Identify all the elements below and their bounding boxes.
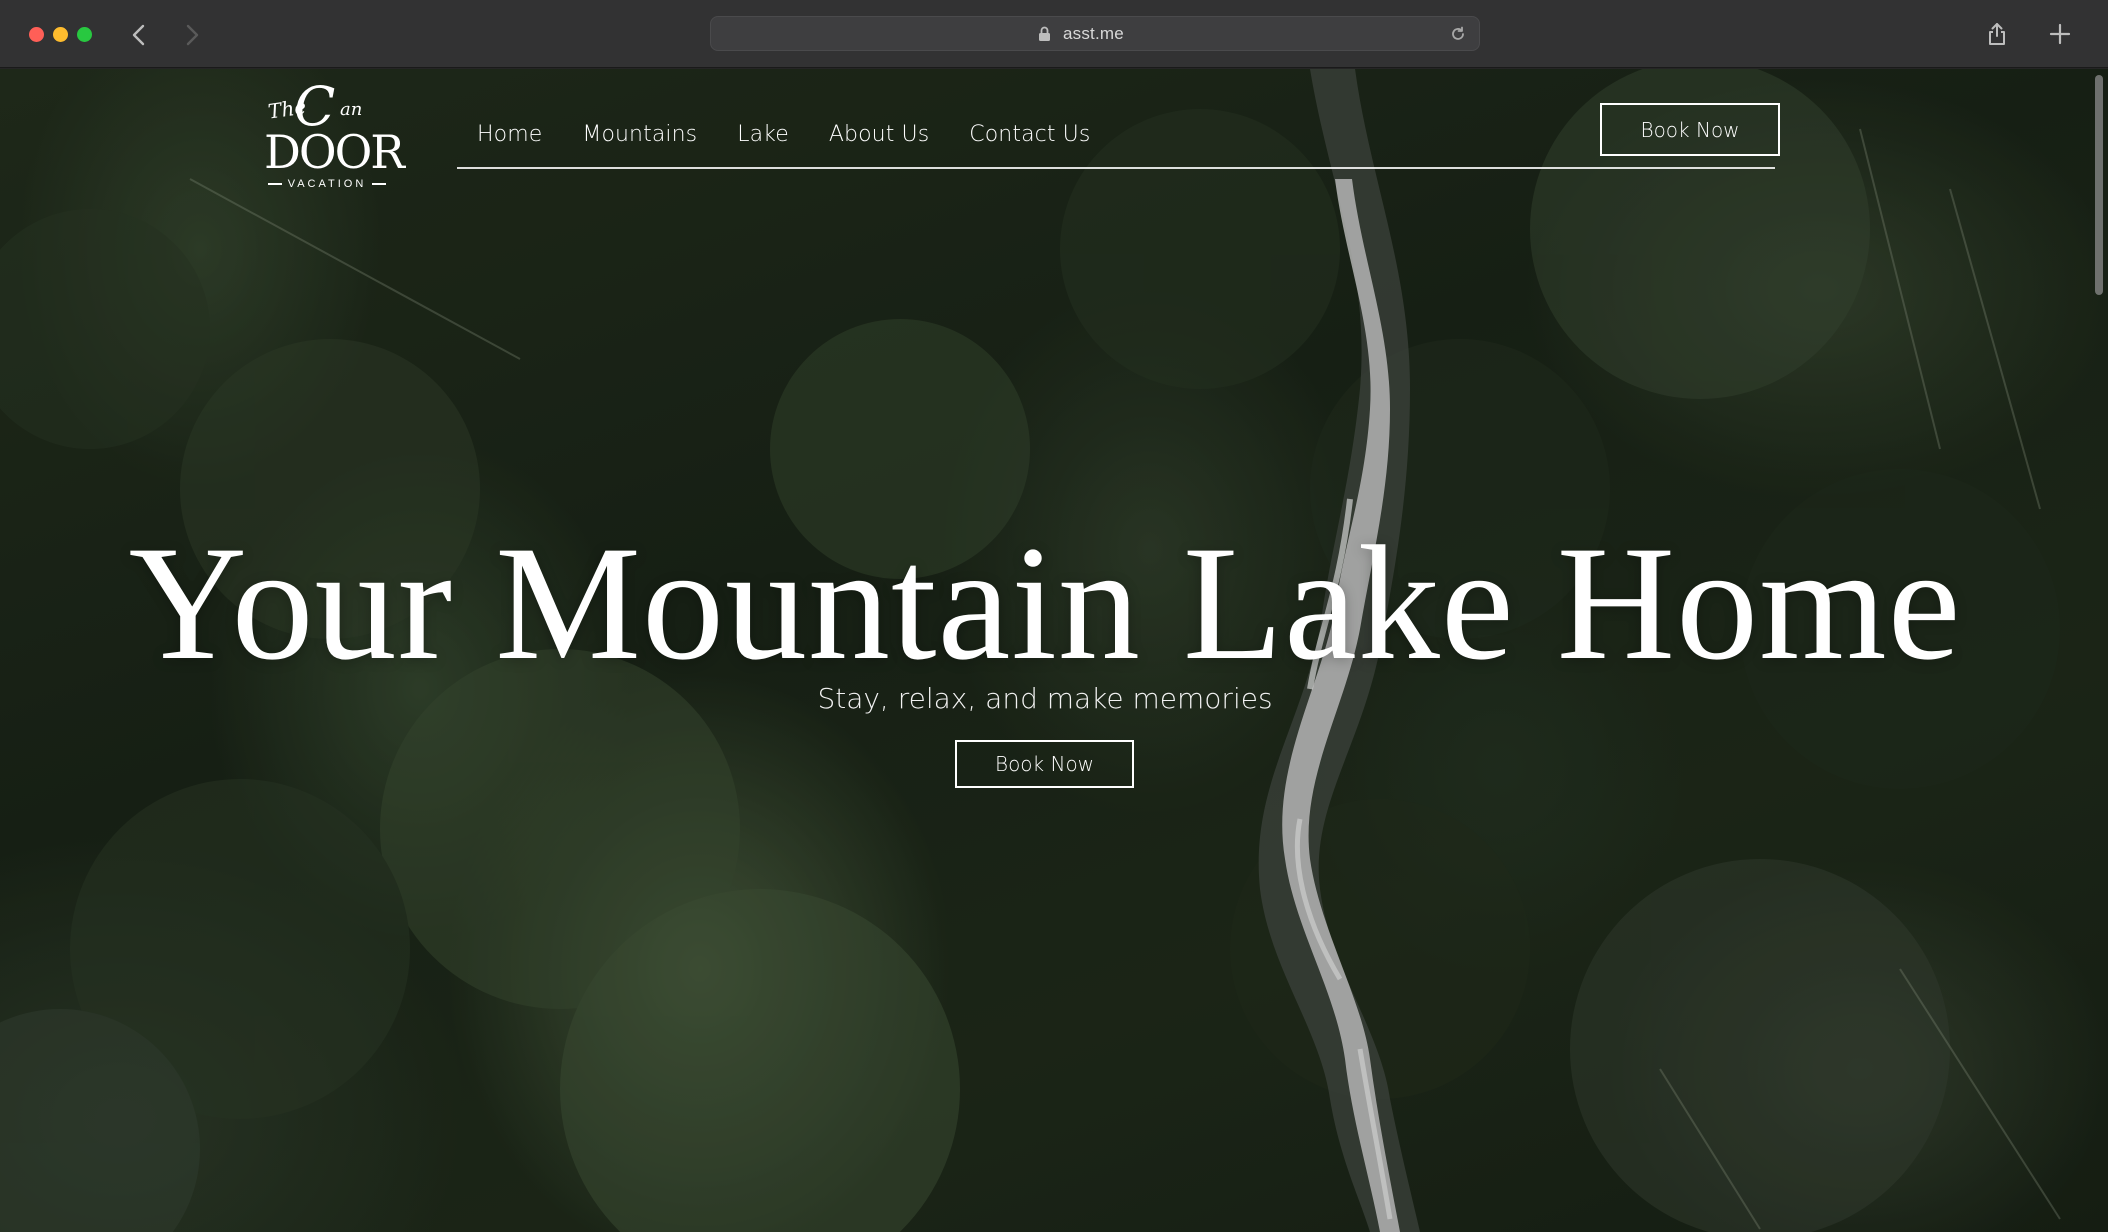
scrollbar-thumb[interactable] [2095,75,2103,295]
reload-icon[interactable] [1449,25,1467,48]
hero-book-now-button[interactable]: Book Now [955,740,1134,788]
browser-toolbar: asst.me [0,0,2108,68]
logo-rule-right [372,183,387,185]
nav-item-mountains[interactable]: Mountains [582,115,697,155]
logo-door-text: DOOR [264,125,405,179]
share-icon [1989,23,2005,45]
page-scrollbar[interactable] [2090,69,2108,1232]
nav-item-home[interactable]: Home [477,115,542,155]
hero-subtitle: Stay, relax, and make memories [817,682,1273,715]
zoom-window-button[interactable] [77,27,92,42]
logo-vacation-row: VACATION [262,178,392,190]
url-text: asst.me [1063,24,1124,43]
nav-item-about-us[interactable]: About Us [829,115,929,155]
hero-title: Your Mountain Lake Home [128,513,1962,694]
minimize-window-button[interactable] [53,27,68,42]
chevron-left-icon [132,24,145,46]
nav-item-contact-us[interactable]: Contact Us [969,115,1090,155]
logo-mark: The C an DOOR VACATION [262,75,405,193]
main-nav: Home Mountains Lake About Us Contact Us [477,115,1130,155]
browser-window: asst.me The C an DOOR VACATION Home Moun… [0,0,2108,1232]
forward-button[interactable] [175,18,209,52]
plus-icon [2049,23,2071,45]
close-window-button[interactable] [29,27,44,42]
nav-item-lake[interactable]: Lake [737,115,789,155]
chevron-right-icon [186,24,199,46]
site-logo[interactable]: The C an DOOR VACATION [262,75,405,193]
share-button[interactable] [1982,18,2012,50]
logo-rule-left [267,183,282,185]
header-book-now-button[interactable]: Book Now [1600,103,1780,156]
logo-vacation-text: VACATION [287,178,367,190]
address-bar[interactable]: asst.me [710,16,1480,51]
lock-icon [1038,26,1051,47]
page-viewport: The C an DOOR VACATION Home Mountains La… [0,69,2108,1232]
nav-divider [457,167,1775,169]
back-button[interactable] [122,18,156,52]
new-tab-button[interactable] [2044,18,2076,50]
logo-an-text: an [340,99,363,120]
